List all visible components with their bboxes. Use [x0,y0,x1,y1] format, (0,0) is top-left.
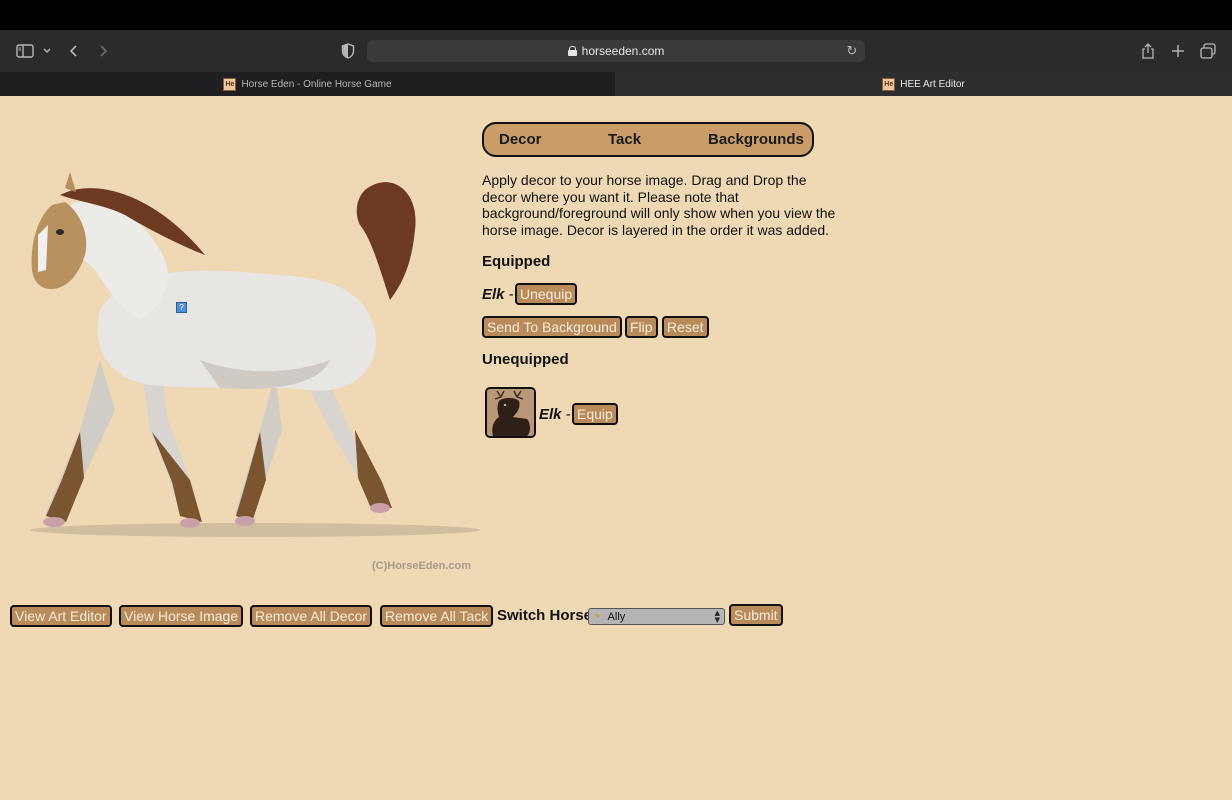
shield-icon[interactable] [337,40,359,62]
equipped-heading: Equipped [482,253,551,270]
tab-title: HEE Art Editor [900,78,965,90]
favicon-icon: He [882,77,896,91]
editor-tabs: Decor Tack Backgrounds [482,122,814,157]
tab-horse-eden[interactable]: He Horse Eden - Online Horse Game [0,72,615,96]
elk-thumbnail-icon[interactable] [485,387,536,438]
unequip-button[interactable]: Unequip [515,283,578,305]
horse-image[interactable] [20,160,480,555]
back-icon[interactable] [63,40,85,62]
system-top-bar [0,0,1232,30]
unequipped-heading: Unequipped [482,351,569,368]
forward-icon[interactable] [92,40,114,62]
tab-decor[interactable]: Decor [499,131,542,148]
flip-button[interactable]: Flip [625,316,658,338]
equip-button[interactable]: Equip [572,403,618,425]
url-text: horseeden.com [581,44,665,58]
select-arrows-icon: ▲ ▼ [714,609,720,624]
star-icon: ✦ [594,611,602,622]
copyright-text: (C)HorseEden.com [372,560,472,572]
view-horse-image-button[interactable]: View Horse Image [119,605,244,627]
submit-button[interactable]: Submit [729,604,783,626]
sidebar-toggle-icon[interactable] [14,40,36,62]
chevron-down-icon[interactable] [36,40,58,62]
send-to-background-button[interactable]: Send To Background [482,316,622,338]
favicon-icon: He [223,77,237,91]
new-tab-icon[interactable] [1167,40,1189,62]
share-icon[interactable] [1137,40,1159,62]
remove-all-decor-button[interactable]: Remove All Decor [250,605,373,627]
reset-button[interactable]: Reset [662,316,709,338]
switch-horse-label: Switch Horse [497,607,593,624]
reload-icon[interactable]: ↻ [843,42,861,60]
tab-bar: He Horse Eden - Online Horse Game He HEE… [0,72,1232,96]
remove-all-tack-button[interactable]: Remove All Tack [380,605,494,627]
unequipped-item-name: Elk - [539,406,571,423]
switch-horse-select[interactable]: ✦ Ally ▲ ▼ [588,608,725,625]
tab-tack[interactable]: Tack [608,131,641,148]
address-bar[interactable]: horseeden.com ↻ [367,40,865,62]
tab-overview-icon[interactable] [1197,40,1219,62]
equipped-item-name: Elk - [482,286,514,303]
tab-title: Horse Eden - Online Horse Game [241,78,392,90]
lock-icon [567,46,577,56]
view-art-editor-button[interactable]: View Art Editor [10,605,112,627]
selected-horse: Ally [607,610,626,623]
tab-hee-art-editor[interactable]: He HEE Art Editor [615,72,1232,96]
decor-placeholder-icon[interactable]: ? [176,302,187,313]
tab-backgrounds[interactable]: Backgrounds [708,131,804,148]
instructions-text: Apply decor to your horse image. Drag an… [482,172,836,238]
